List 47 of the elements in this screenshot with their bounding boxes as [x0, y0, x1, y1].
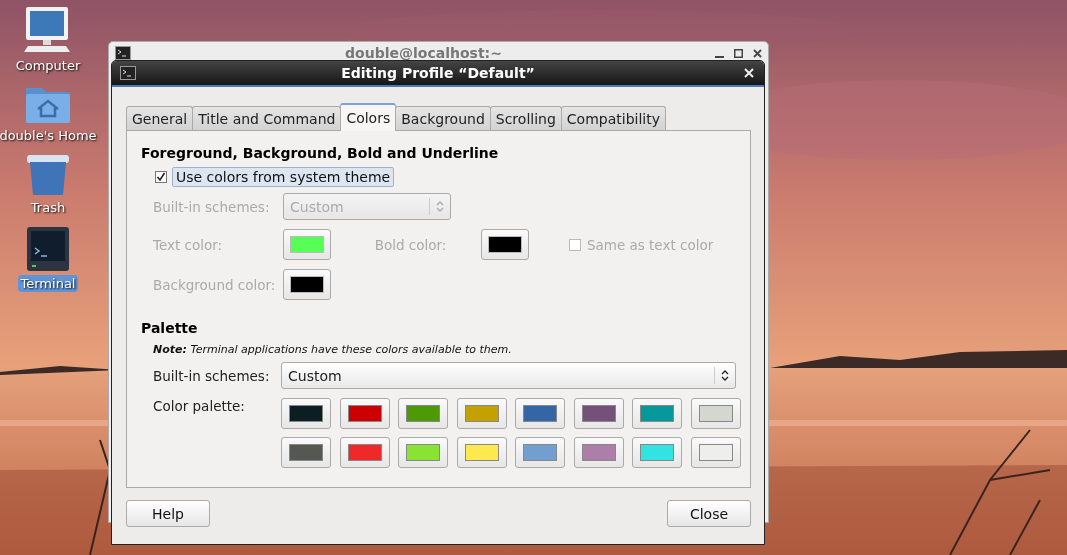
- desktop-icon-label[interactable]: double's Home: [0, 127, 100, 144]
- window-title: double@localhost:~: [344, 45, 503, 61]
- color-button[interactable]: [456, 437, 507, 468]
- note-text: Note: Terminal applications have these colors available to them.: [153, 343, 513, 356]
- tab[interactable]: Colors: [340, 103, 397, 131]
- updown-icon: [721, 369, 729, 382]
- color-button[interactable]: [281, 398, 331, 429]
- dialog-button[interactable]: Close: [667, 500, 751, 527]
- color-button[interactable]: [339, 398, 390, 429]
- color-button[interactable]: [632, 398, 682, 429]
- color-button[interactable]: [573, 437, 624, 468]
- color-button[interactable]: [456, 398, 507, 429]
- color-button[interactable]: [690, 398, 741, 429]
- color-button[interactable]: [515, 437, 565, 468]
- color-button[interactable]: [281, 437, 331, 468]
- tab[interactable]: Compatibility: [560, 106, 666, 130]
- field-label: Bold color:: [374, 236, 448, 253]
- computer-icon: [24, 6, 72, 54]
- tab[interactable]: General: [126, 106, 194, 130]
- color-button[interactable]: [632, 437, 682, 468]
- color-button[interactable]: [515, 398, 565, 429]
- color-button[interactable]: [573, 398, 624, 429]
- color-button[interactable]: [339, 437, 390, 468]
- field-label: Built-in schemes:: [153, 198, 271, 215]
- color-button[interactable]: [690, 437, 741, 468]
- dialog-title: Editing Profile “Default”: [340, 65, 536, 81]
- dialog-icon: [120, 66, 136, 80]
- scheme-dropdown[interactable]: Custom: [281, 362, 736, 389]
- close-icon[interactable]: [742, 66, 756, 80]
- trash-icon: [26, 154, 70, 196]
- tab[interactable]: Scrolling: [489, 106, 562, 130]
- color-button[interactable]: [398, 437, 448, 468]
- desktop-icon-label[interactable]: Computer: [12, 57, 84, 74]
- section-heading: Palette: [141, 320, 199, 336]
- tab[interactable]: Background: [395, 106, 491, 130]
- field-label: Text color:: [153, 236, 224, 253]
- section-heading: Foreground, Background, Bold and Underline: [141, 145, 500, 161]
- tab[interactable]: Title and Command: [192, 106, 342, 130]
- field-label: Built-in schemes:: [153, 367, 271, 384]
- dialog-button[interactable]: Help: [126, 500, 210, 527]
- field-label: Color palette:: [153, 398, 246, 414]
- field-label: Background color:: [153, 276, 277, 293]
- color-button[interactable]: [398, 398, 448, 429]
- maximize-icon[interactable]: [734, 48, 743, 58]
- updown-icon: [436, 200, 444, 213]
- terminal-icon: [26, 226, 70, 272]
- close-icon[interactable]: [753, 48, 762, 58]
